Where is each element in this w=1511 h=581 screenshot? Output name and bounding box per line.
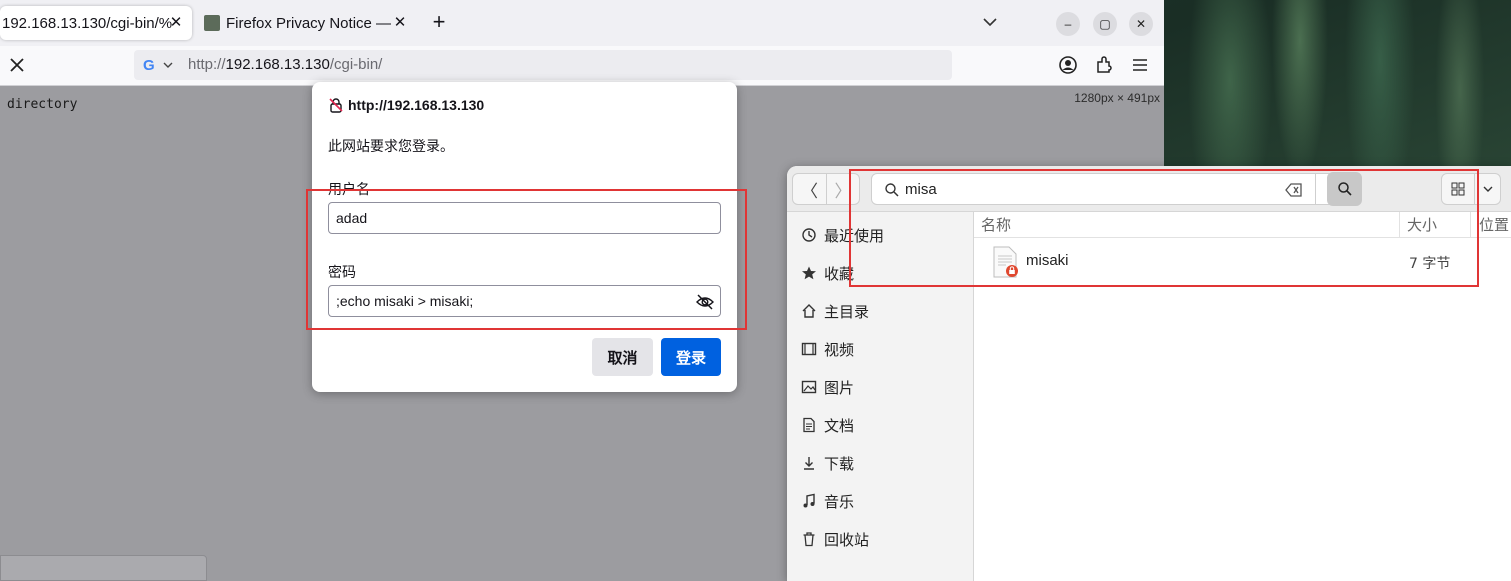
cancel-button[interactable]: 取消 bbox=[592, 338, 653, 376]
back-button[interactable]: 〈 bbox=[793, 174, 826, 204]
dialog-origin: http://192.168.13.130 bbox=[328, 97, 484, 113]
download-icon bbox=[800, 454, 818, 472]
sidebar-item-documents[interactable]: 文档 bbox=[787, 406, 974, 444]
insecure-lock-icon bbox=[329, 98, 343, 113]
home-icon bbox=[800, 302, 818, 320]
tab-cgi-bin[interactable]: 192.168.13.130/cgi-bin/% ✕ bbox=[0, 6, 192, 40]
menu-icon[interactable] bbox=[1130, 55, 1150, 75]
highlight-box-search-result bbox=[849, 169, 1479, 287]
tab-bar: 192.168.13.130/cgi-bin/% ✕ Firefox Priva… bbox=[0, 0, 1164, 46]
maximize-button[interactable]: ▢ bbox=[1093, 12, 1117, 36]
tab-title: Firefox Privacy Notice — bbox=[226, 14, 392, 32]
google-icon: G bbox=[143, 56, 155, 74]
dialog-message: 此网站要求您登录。 bbox=[328, 139, 454, 155]
url-bar[interactable]: G http://192.168.13.130/cgi-bin/ bbox=[134, 50, 952, 80]
music-icon bbox=[800, 492, 818, 510]
navigation-toolbar: G http://192.168.13.130/cgi-bin/ bbox=[0, 46, 1164, 86]
sidebar-item-videos[interactable]: 视频 bbox=[787, 330, 974, 368]
sidebar-item-pictures[interactable]: 图片 bbox=[787, 368, 974, 406]
sidebar-item-trash[interactable]: 回收站 bbox=[787, 520, 974, 558]
star-icon bbox=[800, 264, 818, 282]
sidebar-item-downloads[interactable]: 下载 bbox=[787, 444, 974, 482]
search-engine-button[interactable]: G bbox=[138, 53, 178, 77]
account-icon[interactable] bbox=[1058, 55, 1078, 75]
page-text: directory bbox=[7, 97, 78, 112]
sidebar-item-home[interactable]: 主目录 bbox=[787, 292, 974, 330]
close-window-button[interactable]: ✕ bbox=[1129, 12, 1153, 36]
firefox-favicon-icon bbox=[204, 15, 220, 31]
trash-icon bbox=[800, 530, 818, 548]
highlight-box-credentials bbox=[306, 189, 747, 330]
minimize-button[interactable]: – bbox=[1056, 12, 1080, 36]
close-tab-icon[interactable]: ✕ bbox=[168, 15, 184, 31]
new-tab-button[interactable]: + bbox=[428, 11, 450, 34]
chevron-down-icon bbox=[163, 62, 173, 68]
chevron-down-icon bbox=[1483, 186, 1492, 192]
url-text[interactable]: http://192.168.13.130/cgi-bin/ bbox=[188, 56, 382, 73]
login-button[interactable]: 登录 bbox=[661, 338, 721, 376]
status-panel bbox=[0, 555, 207, 581]
image-icon bbox=[800, 378, 818, 396]
stop-loading-icon[interactable] bbox=[6, 54, 28, 76]
tab-privacy-notice[interactable]: Firefox Privacy Notice — ✕ bbox=[196, 6, 416, 40]
clock-icon bbox=[800, 226, 818, 244]
video-icon bbox=[800, 340, 818, 358]
extensions-icon[interactable] bbox=[1094, 55, 1114, 75]
document-icon bbox=[800, 416, 818, 434]
chevron-down-icon[interactable] bbox=[980, 12, 1000, 32]
viewport-size-label: 1280px × 491px bbox=[1074, 91, 1160, 105]
close-tab-icon[interactable]: ✕ bbox=[392, 15, 408, 31]
tab-title: 192.168.13.130/cgi-bin/% bbox=[2, 14, 173, 32]
sidebar-item-music[interactable]: 音乐 bbox=[787, 482, 974, 520]
